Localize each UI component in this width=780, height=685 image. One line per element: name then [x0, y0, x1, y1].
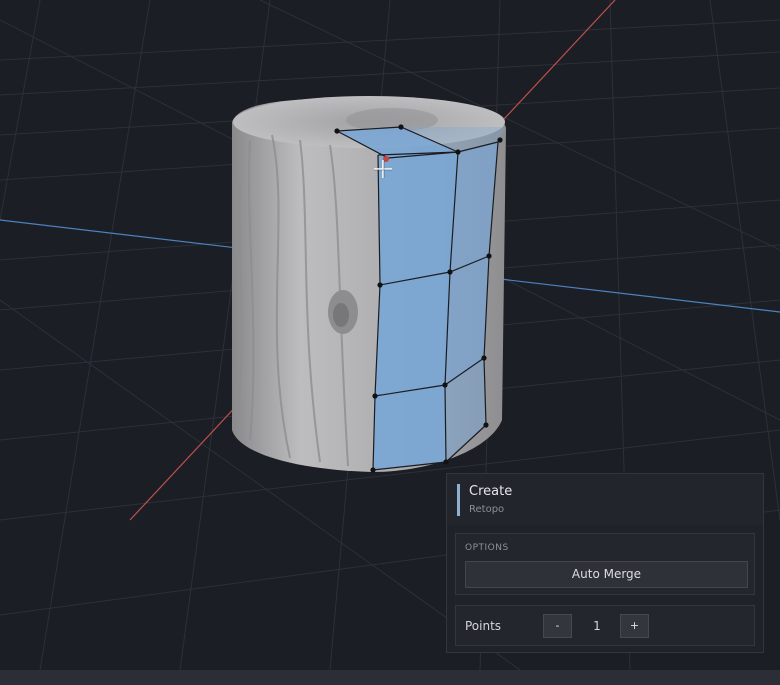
- options-section-label: OPTIONS: [465, 543, 509, 553]
- bottom-status-bar: [0, 670, 780, 685]
- options-group: OPTIONS Auto Merge: [455, 533, 755, 595]
- points-value: 1: [593, 619, 601, 633]
- tool-options-panel: Create Retopo OPTIONS Auto Merge Points …: [446, 473, 764, 653]
- points-label: Points: [465, 619, 502, 633]
- points-group: Points - 1 +: [455, 605, 755, 646]
- auto-merge-button[interactable]: Auto Merge: [465, 561, 748, 588]
- panel-title: Create: [469, 484, 513, 499]
- panel-accent-bar: [457, 484, 460, 516]
- points-increment-button[interactable]: +: [620, 614, 649, 638]
- points-decrement-button[interactable]: -: [543, 614, 572, 638]
- panel-subtitle: Retopo: [469, 504, 505, 515]
- panel-header: Create Retopo: [447, 474, 763, 525]
